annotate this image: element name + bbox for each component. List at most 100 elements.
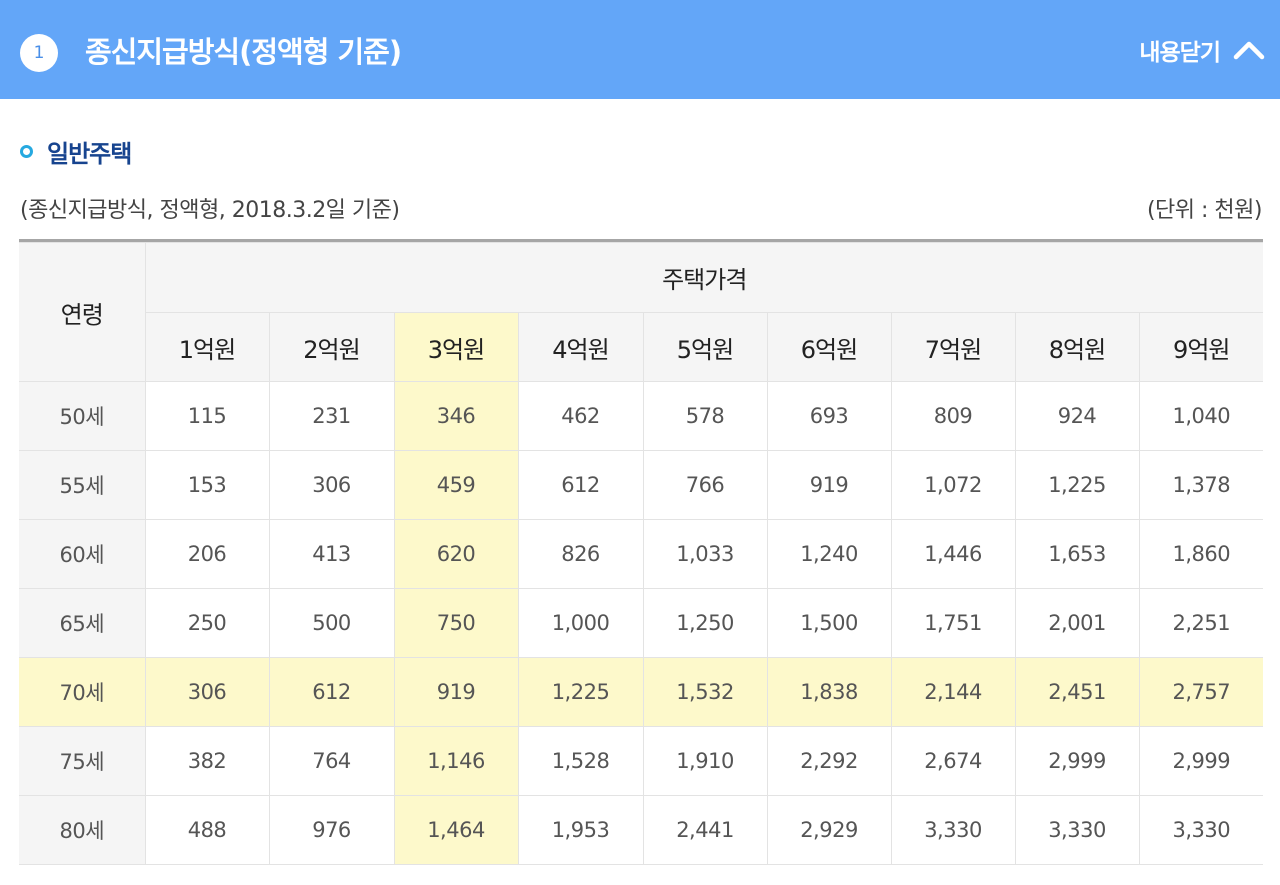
price-column-header: 4억원 [517, 312, 644, 382]
table-cell: 2,674 [890, 726, 1016, 796]
table-cell: 382 [144, 726, 270, 796]
table-cell: 2,292 [766, 726, 892, 796]
table-cell: 1,910 [642, 726, 768, 796]
price-column-header-row: 1억원 2억원 3억원 4억원 5억원 6억원 7억원 8억원 9억원 [19, 312, 1264, 382]
collapse-label: 내용닫기 [1139, 40, 1221, 66]
table-row: 75세 382 764 1,146 1,528 1,910 2,292 2,674 2,999 2… [19, 726, 1264, 796]
price-column-header: 9억원 [1138, 312, 1264, 382]
table-cell: 1,146 [393, 726, 519, 796]
table-cell: 2,144 [890, 657, 1016, 727]
table-cell: 2,757 [1138, 657, 1264, 727]
price-column-header: 8억원 [1014, 312, 1140, 382]
table-cell: 231 [268, 381, 395, 451]
house-price-header: 주택가격 [144, 242, 1264, 313]
table-cell: 250 [144, 588, 270, 658]
table-cell: 2,999 [1014, 726, 1140, 796]
table-cell: 2,999 [1138, 726, 1264, 796]
table-cell: 1,072 [890, 450, 1016, 520]
age-cell: 60세 [19, 519, 146, 589]
table-cell: 1,751 [890, 588, 1016, 658]
table-cell: 1,033 [642, 519, 768, 589]
table-row: 70세 306 612 919 1,225 1,532 1,838 2,144 2,451 2,7… [19, 657, 1264, 727]
price-column-header: 3억원 [393, 312, 519, 382]
pension-table: 연령 주택가격 1억원 2억원 3억원 4억원 5억원 6억원 7억원 8억원 9억원 50세 1… [19, 242, 1264, 865]
table-cell: 3,330 [1138, 795, 1264, 865]
table-cell: 1,953 [517, 795, 644, 865]
table-cell: 413 [268, 519, 395, 589]
table-cell: 3,330 [890, 795, 1016, 865]
table-cell: 500 [268, 588, 395, 658]
age-cell: 75세 [19, 726, 146, 796]
table-cell: 1,225 [517, 657, 644, 727]
section-title-label: 일반주택 [47, 139, 132, 168]
unit-label: (단위 : 천원) [1146, 198, 1263, 223]
chevron-up-icon [1233, 41, 1265, 60]
number-badge-icon: 1 [20, 34, 58, 72]
table-cell: 976 [268, 795, 395, 865]
table-cell: 488 [144, 795, 270, 865]
table-cell: 612 [517, 450, 644, 520]
table-row: 80세 488 976 1,464 1,953 2,441 2,929 3,330 3,330 3… [19, 795, 1264, 865]
table-row: 60세 206 413 620 826 1,033 1,240 1,446 1,653 1,860 [19, 519, 1264, 589]
table-cell: 1,446 [890, 519, 1016, 589]
age-cell: 65세 [19, 588, 146, 658]
table-row: 65세 250 500 750 1,000 1,250 1,500 1,751 2,001 2,2… [19, 588, 1264, 658]
table-cell: 1,500 [766, 588, 892, 658]
table-cell: 1,532 [642, 657, 768, 727]
table-cell: 206 [144, 519, 270, 589]
table-cell: 153 [144, 450, 270, 520]
header-title: 종신지급방식(정액형 기준) [85, 35, 402, 69]
price-column-header: 6억원 [766, 312, 892, 382]
collapse-button[interactable]: 내용닫기 [1139, 30, 1266, 70]
age-cell: 80세 [19, 795, 146, 865]
table-cell: 2,251 [1138, 588, 1264, 658]
table-cell: 2,929 [766, 795, 892, 865]
table-cell: 459 [393, 450, 519, 520]
table-cell: 919 [766, 450, 892, 520]
table-cell: 1,378 [1138, 450, 1264, 520]
table-cell: 766 [642, 450, 768, 520]
table-cell: 462 [517, 381, 644, 451]
table-cell: 1,860 [1138, 519, 1264, 589]
table-cell: 578 [642, 381, 768, 451]
age-header: 연령 [19, 242, 146, 382]
table-cell: 115 [144, 381, 270, 451]
section-header: 1 종신지급방식(정액형 기준) 내용닫기 [0, 0, 1280, 99]
price-column-header: 7억원 [890, 312, 1016, 382]
table-cell: 919 [393, 657, 519, 727]
table-cell: 306 [268, 450, 395, 520]
price-column-header: 2억원 [268, 312, 395, 382]
table-cell: 826 [517, 519, 644, 589]
section-title: 일반주택 [20, 135, 132, 168]
table-cell: 1,240 [766, 519, 892, 589]
table-cell: 2,001 [1014, 588, 1140, 658]
table-cell: 693 [766, 381, 892, 451]
table-cell: 3,330 [1014, 795, 1140, 865]
table-cell: 764 [268, 726, 395, 796]
table-row: 55세 153 306 459 612 766 919 1,072 1,225 1,378 [19, 450, 1264, 520]
table-cell: 809 [890, 381, 1016, 451]
price-column-header: 1억원 [145, 312, 270, 382]
table-cell: 1,528 [517, 726, 644, 796]
table-cell: 1,040 [1138, 381, 1264, 451]
age-cell: 70세 [19, 657, 146, 727]
price-column-header: 5억원 [642, 312, 768, 382]
table-cell: 1,000 [517, 588, 644, 658]
table-cell: 1,838 [766, 657, 892, 727]
table-body: 50세 115 231 346 462 578 693 809 924 1,040 55세 153 30… [19, 381, 1264, 865]
table-cell: 750 [393, 588, 519, 658]
pension-table-wrapper: 연령 주택가격 1억원 2억원 3억원 4억원 5억원 6억원 7억원 8억원 9억원 50세 1… [19, 239, 1264, 865]
table-cell: 2,441 [642, 795, 768, 865]
table-cell: 1,464 [393, 795, 519, 865]
table-cell: 346 [393, 381, 519, 451]
table-row: 50세 115 231 346 462 578 693 809 924 1,040 [19, 381, 1264, 451]
table-cell: 2,451 [1014, 657, 1140, 727]
table-cell: 620 [393, 519, 519, 589]
ring-bullet-icon [20, 144, 33, 158]
table-cell: 306 [144, 657, 270, 727]
table-caption: (종신지급방식, 정액형, 2018.3.2일 기준) [20, 198, 400, 223]
table-cell: 612 [268, 657, 395, 727]
table-cell: 1,653 [1014, 519, 1140, 589]
age-cell: 50세 [19, 381, 146, 451]
table-cell: 1,225 [1014, 450, 1140, 520]
